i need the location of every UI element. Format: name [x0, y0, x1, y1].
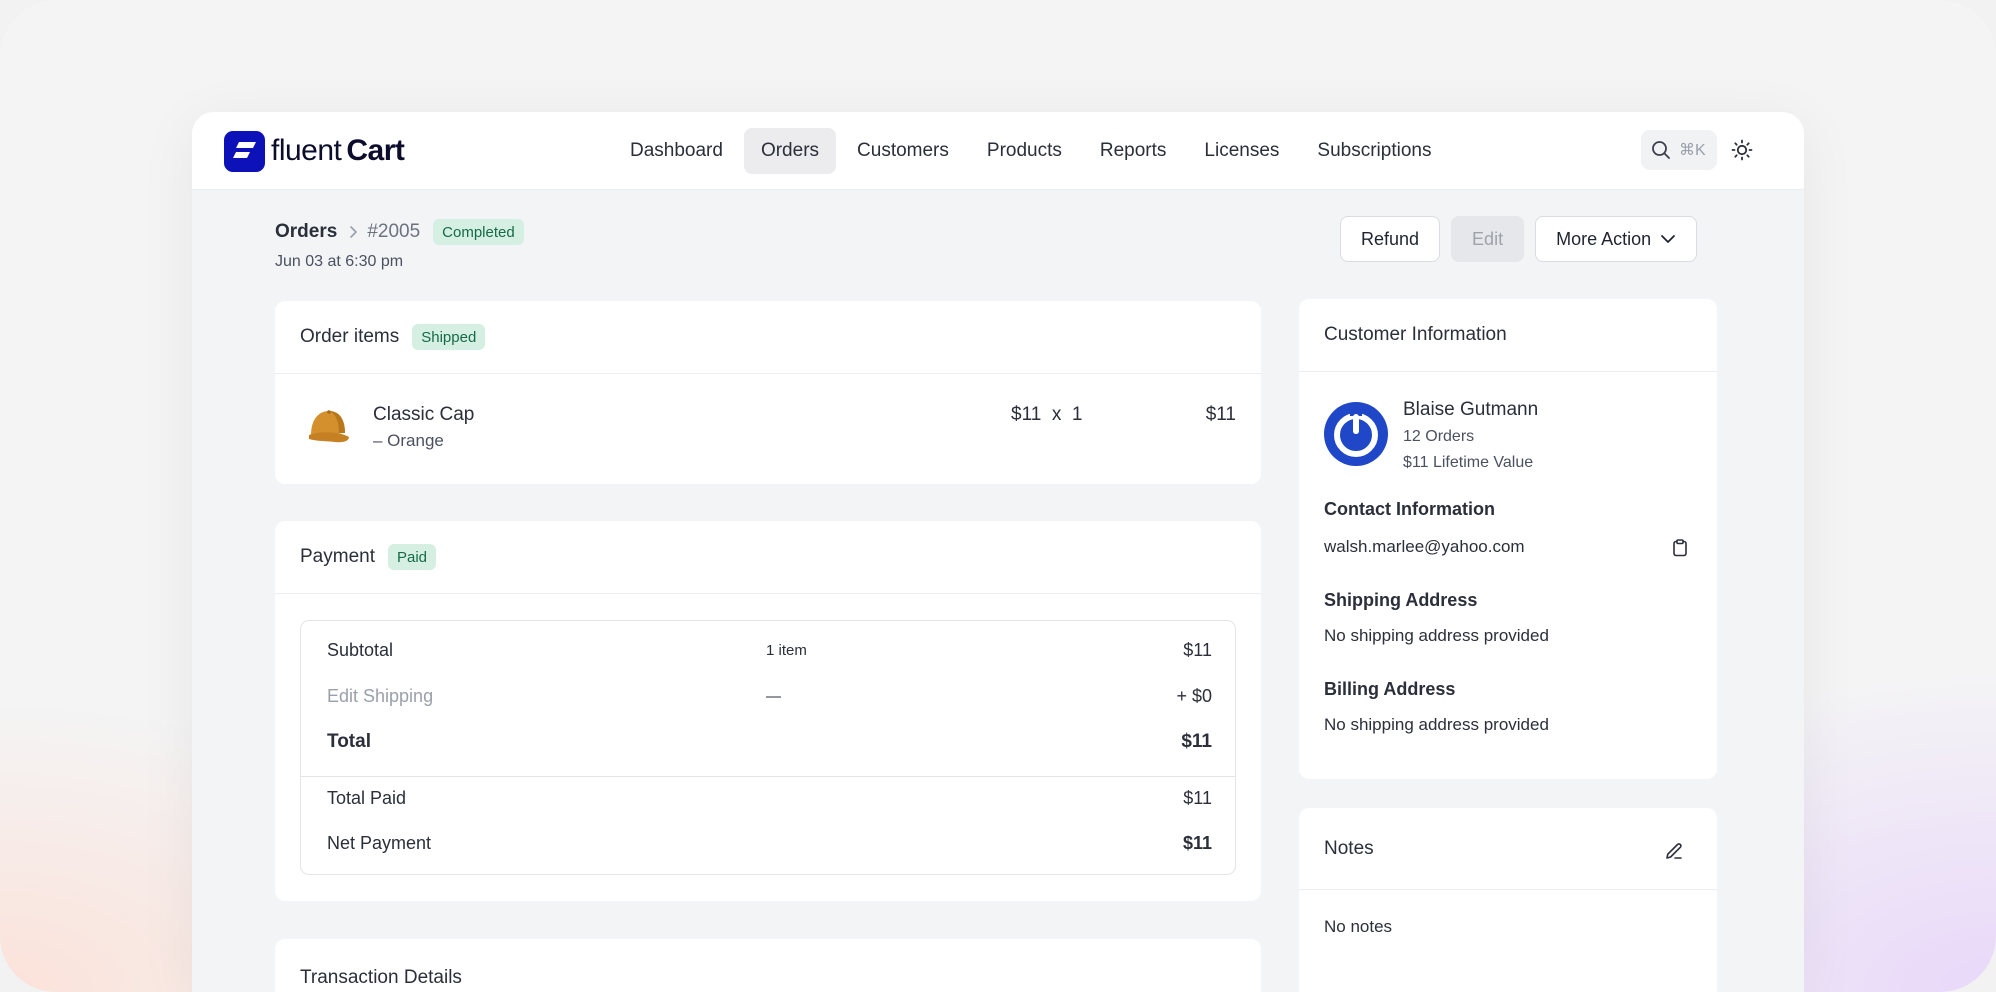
payment-header: Payment Paid [275, 521, 1261, 594]
item-name: Classic Cap [373, 404, 475, 425]
order-items-card: Order items Shipped Classic Cap – Orange… [275, 301, 1261, 484]
shipping-status-badge: Shipped [412, 324, 486, 350]
total-value: $11 [1181, 731, 1212, 752]
billing-address-title: Billing Address [1324, 679, 1456, 699]
search-icon [1652, 141, 1670, 159]
total-paid-label: Total Paid [327, 788, 407, 808]
logo-word-cart: Cart [346, 134, 405, 167]
logo-text: fluent Cart [271, 134, 405, 168]
notes-text: No notes [1324, 917, 1393, 936]
customer-orders: 12 Orders [1403, 428, 1475, 445]
logo[interactable]: fluent Cart [224, 130, 405, 172]
total-label: Total [327, 731, 371, 752]
more-action-button[interactable]: More Action [1535, 216, 1698, 262]
payment-status-badge: Paid [387, 544, 437, 570]
sun-icon [1731, 139, 1753, 161]
customer-name[interactable]: Blaise Gutmann [1403, 399, 1538, 421]
notes-title: Notes [1324, 837, 1374, 859]
customer-info-card: Customer Information Blaise Gutmann 12 O… [1299, 299, 1717, 779]
order-status-badge: Completed [433, 219, 524, 245]
app-window: fluent Cart Dashboard Orders Customers Pr… [192, 112, 1804, 992]
customer-email: walsh.marlee@yahoo.com [1324, 537, 1525, 556]
pencil-icon[interactable] [1663, 840, 1685, 862]
customer-info-header: Customer Information [1299, 299, 1717, 372]
order-actions: Refund Edit More Action [1340, 216, 1708, 262]
item-total: $11 [1205, 404, 1236, 425]
nav-products[interactable]: Products [970, 128, 1079, 174]
notes-card: Notes No notes [1299, 808, 1717, 992]
edit-button[interactable]: Edit [1451, 216, 1525, 262]
list-item[interactable]: Classic Cap – Orange $11 x 1 $11 [275, 374, 1261, 484]
summary-divider [301, 776, 1235, 777]
clipboard-icon[interactable] [1670, 538, 1690, 558]
breadcrumb: Orders #2005 Completed [275, 218, 524, 246]
shipping-address-text: No shipping address provided [1324, 626, 1549, 645]
net-payment-value: $11 [1182, 833, 1212, 853]
logo-word-fluent: fluent [271, 134, 342, 167]
total-paid-row: Total Paid $11 [301, 788, 1237, 818]
nav-orders[interactable]: Orders [743, 128, 837, 174]
nav-subscriptions[interactable]: Subscriptions [1300, 128, 1448, 174]
billing-address-text: No shipping address provided [1324, 715, 1549, 734]
subtotal-label: Subtotal [327, 640, 394, 660]
net-payment-row: Net Payment $11 [301, 833, 1237, 863]
refund-button[interactable]: Refund [1340, 216, 1441, 262]
nav-reports[interactable]: Reports [1083, 128, 1184, 174]
avatar[interactable] [1324, 402, 1388, 466]
search-button[interactable]: ⌘K [1641, 130, 1717, 170]
net-payment-label: Net Payment [327, 833, 432, 853]
item-variant: – Orange [373, 431, 444, 450]
edit-shipping-link[interactable]: Edit Shipping [327, 686, 433, 707]
logo-mark-icon [224, 130, 265, 172]
chevron-down-icon [1660, 234, 1676, 244]
total-row: Total $11 [301, 731, 1237, 761]
more-action-label: More Action [1556, 228, 1652, 249]
breadcrumb-orders-link[interactable]: Orders [275, 221, 337, 243]
nav-licenses[interactable]: Licenses [1187, 128, 1296, 174]
transaction-title: Transaction Details [300, 967, 462, 988]
nav-customers[interactable]: Customers [840, 128, 966, 174]
nav-dashboard[interactable]: Dashboard [613, 128, 740, 174]
order-date: Jun 03 at 6:30 pm [275, 253, 404, 270]
shipping-mid: — [766, 688, 781, 705]
transaction-header: Transaction Details [275, 939, 1261, 989]
shipping-value: + $0 [1176, 686, 1212, 706]
payment-summary: Subtotal 1 item $11 Edit Shipping — + $0… [300, 620, 1236, 875]
customer-ltv: $11 Lifetime Value [1403, 454, 1534, 471]
order-items-header: Order items Shipped [275, 301, 1261, 374]
top-bar: fluent Cart Dashboard Orders Customers Pr… [192, 112, 1804, 190]
order-id: #2005 [367, 221, 421, 242]
search-shortcut: ⌘K [1679, 142, 1706, 159]
payment-card: Payment Paid Subtotal 1 item $11 Edit Sh… [275, 521, 1261, 901]
total-paid-value: $11 [1183, 788, 1212, 808]
cap-icon [309, 410, 349, 443]
main-nav: Dashboard Orders Customers Products Repo… [613, 128, 1452, 174]
notes-header: Notes [1299, 808, 1717, 890]
customer-info-title: Customer Information [1324, 324, 1507, 345]
contact-info-title: Contact Information [1324, 499, 1495, 519]
chevron-right-icon [349, 225, 359, 239]
payment-title: Payment [300, 546, 375, 567]
subtotal-count: 1 item [766, 642, 807, 659]
item-price-qty: $11 x 1 [1011, 404, 1083, 425]
shipping-address-title: Shipping Address [1324, 590, 1478, 610]
order-items-title: Order items [300, 326, 400, 347]
transaction-details-card: Transaction Details [275, 939, 1261, 992]
subtotal-row: Subtotal 1 item $11 [301, 640, 1237, 670]
subtotal-value: $11 [1183, 640, 1212, 660]
shipping-row: Edit Shipping — + $0 [301, 686, 1237, 716]
theme-toggle-button[interactable] [1730, 138, 1754, 162]
